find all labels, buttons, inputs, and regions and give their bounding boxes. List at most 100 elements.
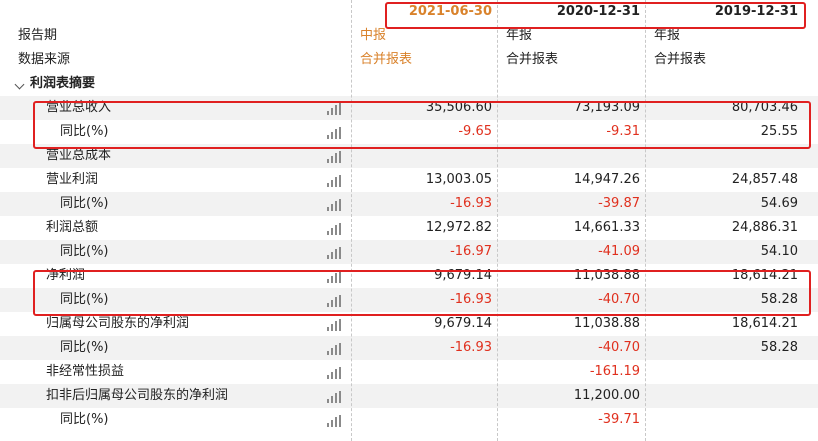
data-source-value: 合并报表 bbox=[360, 52, 413, 67]
table-row[interactable]: 净利润 9,679.14 11,038.88 18,614.21 bbox=[0, 264, 818, 288]
financial-summary-table: 2021-06-30 2020-12-31 2019-12-31 报告期 中报 … bbox=[0, 0, 818, 432]
column-divider bbox=[351, 0, 352, 441]
bar-chart-icon[interactable] bbox=[327, 175, 343, 187]
row-value: 73,193.09 bbox=[573, 100, 640, 115]
section-income-summary[interactable]: 利润表摘要 bbox=[0, 72, 818, 96]
row-value: 54.10 bbox=[760, 244, 798, 259]
income-rows: 营业总收入 35,506.60 73,193.09 80,703.46 同比(%) -9.… bbox=[0, 96, 818, 432]
row-value: -16.93 bbox=[450, 292, 492, 307]
row-value: 25.55 bbox=[760, 124, 798, 139]
row-value: 58.28 bbox=[760, 292, 798, 307]
row-value: 18,614.21 bbox=[731, 268, 798, 283]
table-row[interactable]: 同比(%) -9.65 -9.31 25.55 bbox=[0, 120, 818, 144]
row-value bbox=[352, 360, 498, 384]
data-source-label: 数据来源 bbox=[18, 52, 71, 67]
table-row[interactable]: 同比(%) -16.93 -39.87 54.69 bbox=[0, 192, 818, 216]
bar-chart-icon[interactable] bbox=[327, 343, 343, 355]
row-label: 同比(%) bbox=[60, 412, 109, 427]
row-label: 同比(%) bbox=[0, 240, 349, 264]
row-value: 54.69 bbox=[760, 196, 798, 211]
report-period-value: 年报 bbox=[654, 28, 681, 43]
date-header-row: 2021-06-30 2020-12-31 2019-12-31 bbox=[0, 0, 818, 24]
row-value bbox=[646, 384, 804, 408]
table-row[interactable]: 营业总收入 35,506.60 73,193.09 80,703.46 bbox=[0, 96, 818, 120]
table-row[interactable]: 营业利润 13,003.05 14,947.26 24,857.48 bbox=[0, 168, 818, 192]
row-label: 营业总收入 bbox=[0, 96, 349, 120]
bar-chart-icon[interactable] bbox=[327, 415, 343, 427]
data-source-row: 数据来源 合并报表 合并报表 合并报表 bbox=[0, 48, 818, 72]
row-value: -39.71 bbox=[598, 412, 640, 427]
bar-chart-icon[interactable] bbox=[327, 295, 343, 307]
table-row[interactable]: 利润总额 12,972.82 14,661.33 24,886.31 bbox=[0, 216, 818, 240]
table-row[interactable]: 营业总成本 bbox=[0, 144, 818, 168]
row-label: 净利润 bbox=[46, 268, 86, 283]
row-value bbox=[646, 408, 804, 432]
column-divider bbox=[497, 0, 498, 441]
row-value: 35,506.60 bbox=[425, 100, 492, 115]
bar-chart-icon[interactable] bbox=[327, 391, 343, 403]
row-value: 13,003.05 bbox=[425, 172, 492, 187]
bar-chart-icon[interactable] bbox=[327, 127, 343, 139]
row-label: 归属母公司股东的净利润 bbox=[46, 316, 190, 331]
table-row[interactable]: 同比(%) -39.71 bbox=[0, 408, 818, 432]
row-value: -39.87 bbox=[598, 196, 640, 211]
row-value bbox=[352, 384, 498, 408]
report-period-value: 中报 bbox=[360, 28, 387, 43]
row-value: -41.09 bbox=[598, 244, 640, 259]
report-period-value: 年报 bbox=[506, 28, 533, 43]
row-value: 11,038.88 bbox=[573, 316, 640, 331]
row-value bbox=[352, 408, 498, 432]
row-label: 利润总额 bbox=[46, 220, 99, 235]
row-value: 9,679.14 bbox=[434, 316, 492, 331]
row-value: 80,703.46 bbox=[731, 100, 798, 115]
table-row[interactable]: 非经常性损益 -161.19 bbox=[0, 360, 818, 384]
bar-chart-icon[interactable] bbox=[327, 151, 343, 163]
row-value: 24,886.31 bbox=[731, 220, 798, 235]
row-value: 14,947.26 bbox=[573, 172, 640, 187]
table-row[interactable]: 同比(%) -16.97 -41.09 54.10 bbox=[0, 240, 818, 264]
table-row[interactable]: 归属母公司股东的净利润 9,679.14 11,038.88 18,614.21 bbox=[0, 312, 818, 336]
row-value: -161.19 bbox=[589, 364, 640, 379]
bar-chart-icon[interactable] bbox=[327, 103, 343, 115]
row-value bbox=[646, 144, 804, 168]
row-value: 11,038.88 bbox=[573, 268, 640, 283]
row-value: -40.70 bbox=[598, 340, 640, 355]
bar-chart-icon[interactable] bbox=[327, 319, 343, 331]
table-row[interactable]: 同比(%) -16.93 -40.70 58.28 bbox=[0, 336, 818, 360]
row-value: 14,661.33 bbox=[573, 220, 640, 235]
row-label: 营业利润 bbox=[46, 172, 99, 187]
section-title: 利润表摘要 bbox=[30, 76, 96, 91]
table-row[interactable]: 扣非后归属母公司股东的净利润 11,200.00 bbox=[0, 384, 818, 408]
row-label: 同比(%) bbox=[0, 288, 349, 312]
row-label: 同比(%) bbox=[0, 192, 349, 216]
row-value: -40.70 bbox=[598, 292, 640, 307]
bar-chart-icon[interactable] bbox=[327, 247, 343, 259]
report-period-label: 报告期 bbox=[18, 28, 58, 43]
row-value: 58.28 bbox=[760, 340, 798, 355]
col-header-2020-12-31[interactable]: 2020-12-31 bbox=[498, 0, 646, 24]
row-value: -9.65 bbox=[458, 124, 492, 139]
row-value bbox=[498, 144, 646, 168]
column-divider bbox=[645, 0, 646, 441]
row-label: 非经常性损益 bbox=[46, 364, 125, 379]
bar-chart-icon[interactable] bbox=[327, 223, 343, 235]
row-label: 扣非后归属母公司股东的净利润 bbox=[0, 384, 349, 408]
row-value: 18,614.21 bbox=[731, 316, 798, 331]
row-value bbox=[646, 360, 804, 384]
row-value: -16.93 bbox=[450, 340, 492, 355]
row-value: -9.31 bbox=[606, 124, 640, 139]
row-value bbox=[352, 144, 498, 168]
bar-chart-icon[interactable] bbox=[327, 199, 343, 211]
row-label: 同比(%) bbox=[0, 336, 349, 360]
col-header-2021-06-30[interactable]: 2021-06-30 bbox=[352, 0, 498, 24]
row-value: 9,679.14 bbox=[434, 268, 492, 283]
col-header-2019-12-31[interactable]: 2019-12-31 bbox=[646, 0, 804, 24]
report-period-row: 报告期 中报 年报 年报 bbox=[0, 24, 818, 48]
row-label: 营业总成本 bbox=[0, 144, 349, 168]
bar-chart-icon[interactable] bbox=[327, 271, 343, 283]
bar-chart-icon[interactable] bbox=[327, 367, 343, 379]
table-row[interactable]: 同比(%) -16.93 -40.70 58.28 bbox=[0, 288, 818, 312]
row-value: 24,857.48 bbox=[731, 172, 798, 187]
row-value: -16.93 bbox=[450, 196, 492, 211]
row-label: 同比(%) bbox=[60, 124, 109, 139]
